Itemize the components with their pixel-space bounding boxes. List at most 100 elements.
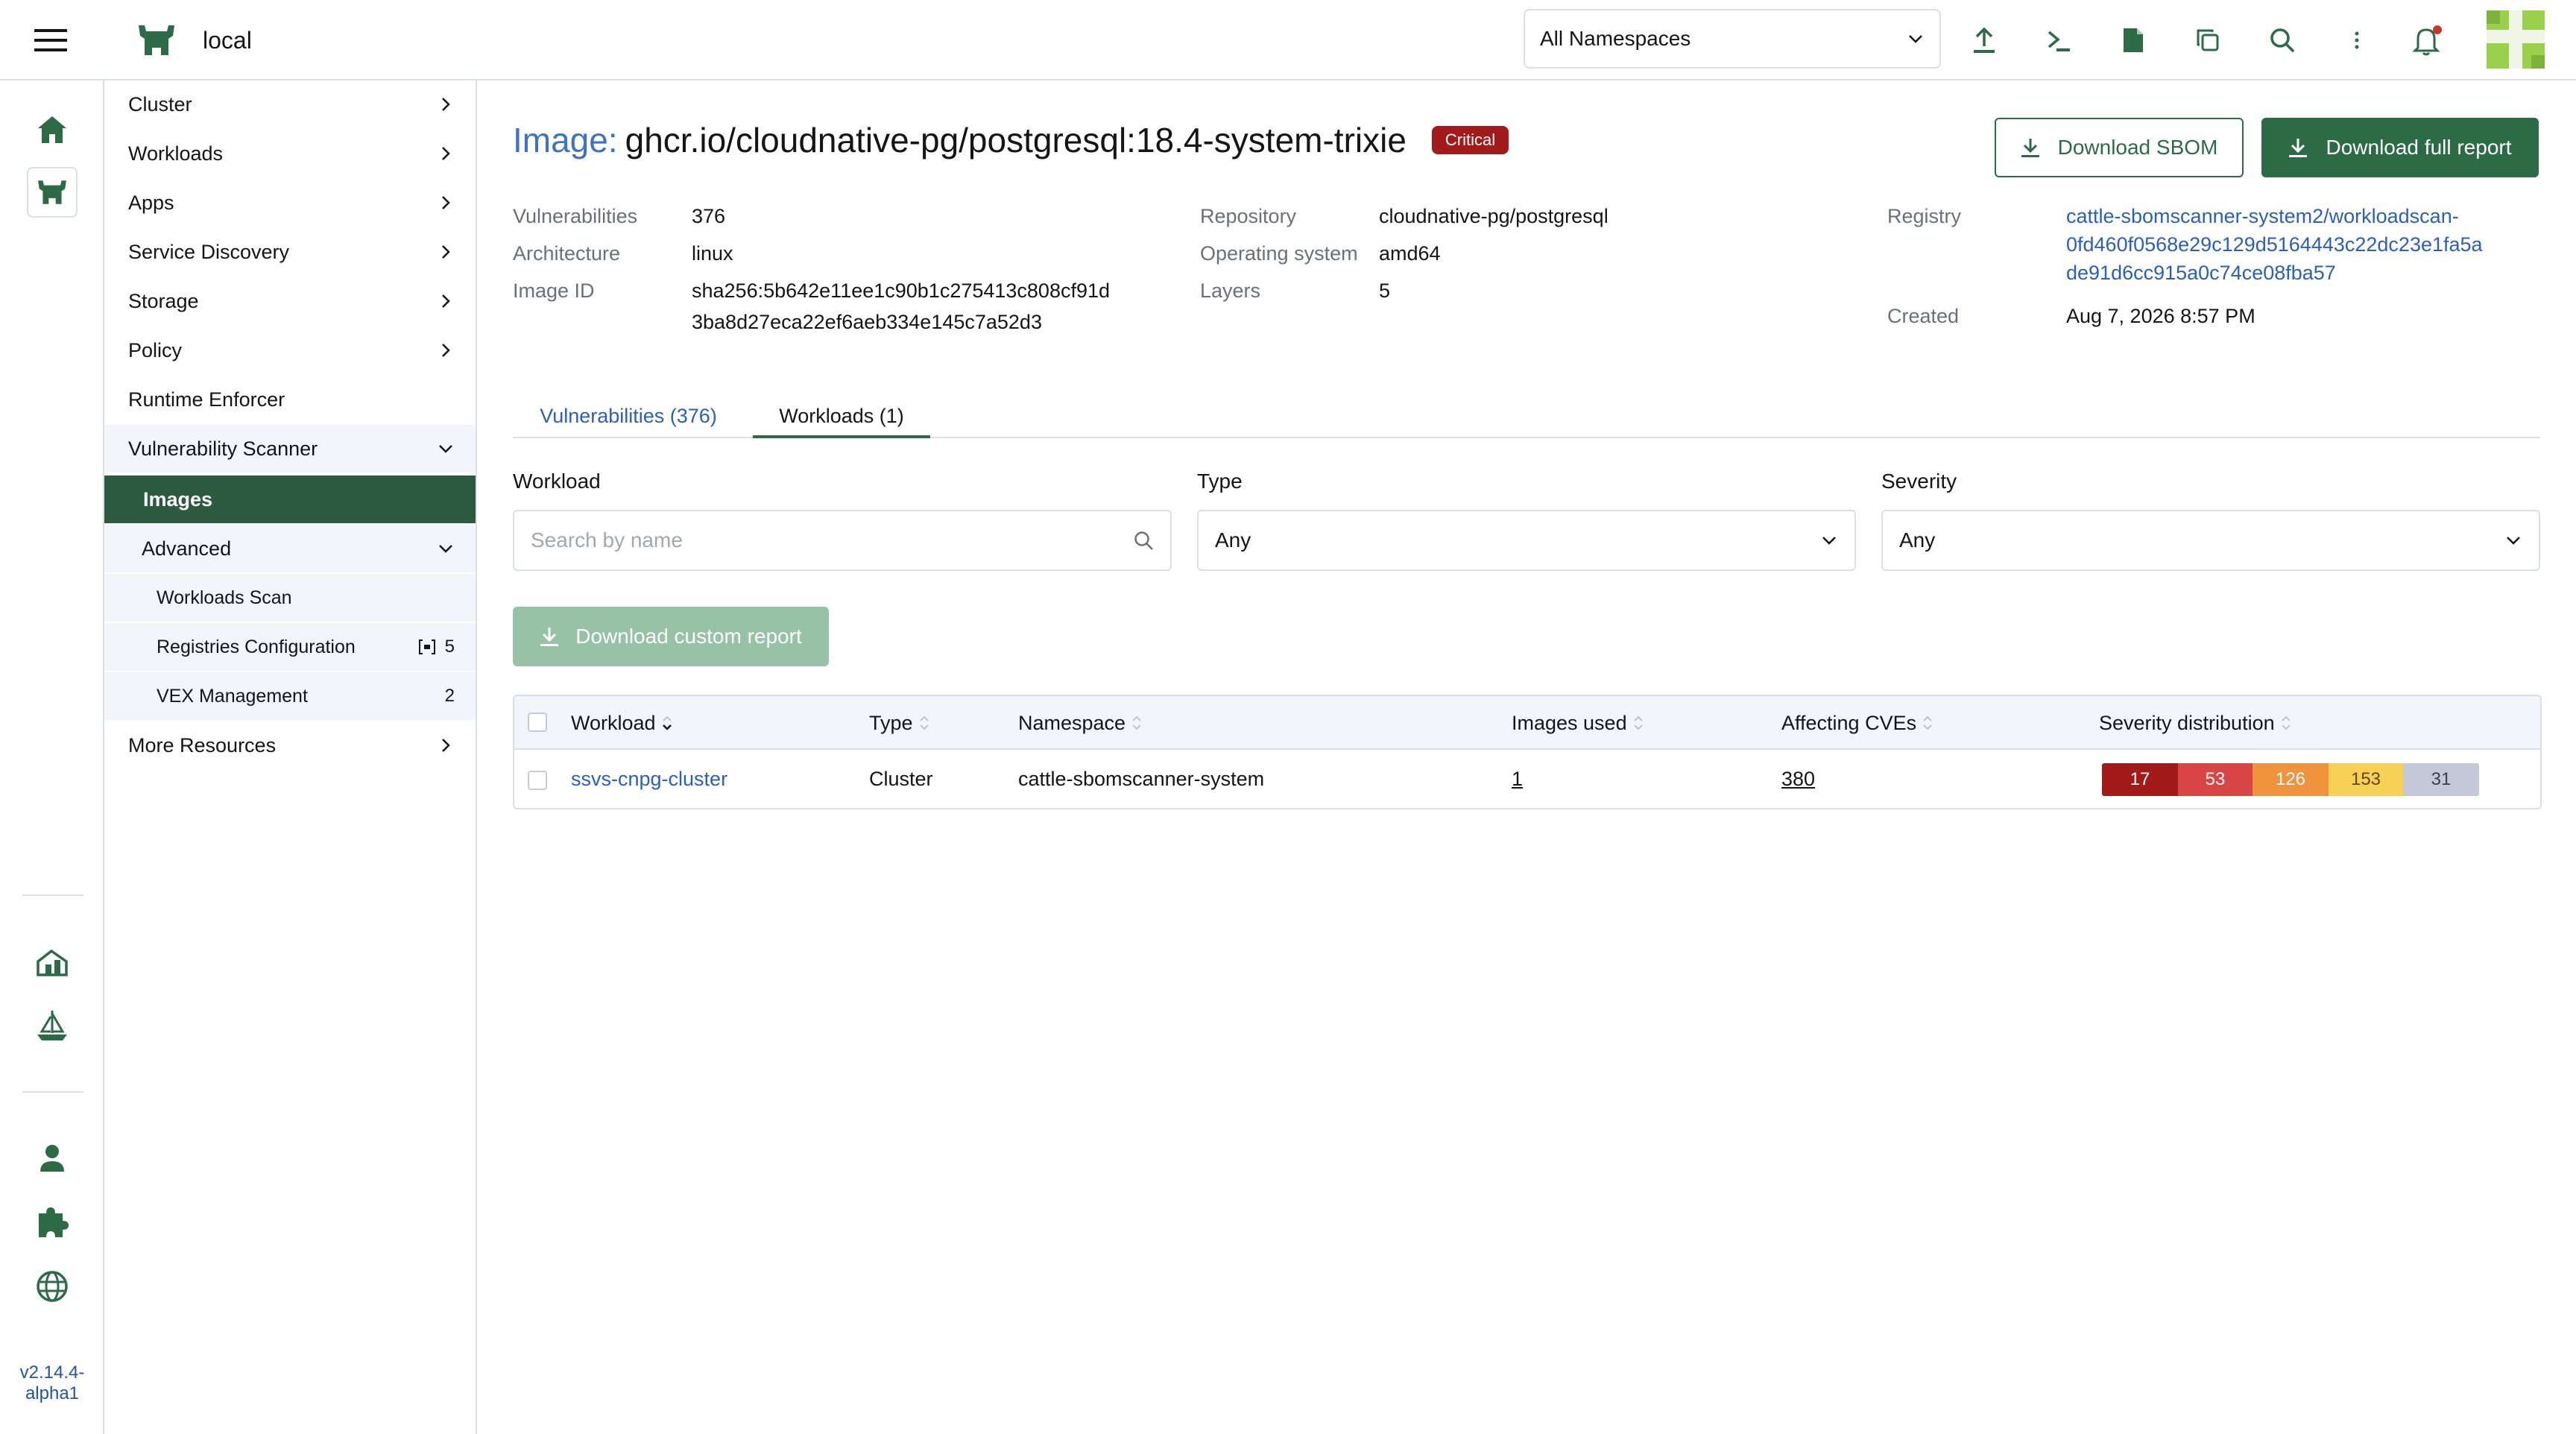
meta-created-value: Aug 7, 2026 8:57 PM (2066, 305, 2255, 327)
nav-item-apps[interactable]: Apps (104, 179, 476, 227)
fleet-icon[interactable] (27, 936, 78, 987)
nav-item-label: Workloads Scan (157, 587, 292, 608)
nav-item-label: Service Discovery (128, 240, 290, 263)
download-custom-report-label: Download custom report (575, 625, 802, 648)
globe-icon[interactable] (27, 1261, 78, 1312)
download-full-report-button[interactable]: Download full report (2261, 118, 2539, 177)
upload-icon[interactable] (1962, 18, 2007, 63)
workload-filter-label: Workload (513, 470, 601, 493)
nav-item-count: 5 (444, 637, 455, 657)
chevron-right-icon (442, 196, 450, 209)
column-header-namespace[interactable]: Namespace (1018, 696, 1143, 750)
nav-item-label: VEX Management (157, 685, 308, 707)
row-checkbox[interactable] (528, 771, 547, 790)
workloads-table: Workload Type Namespace Images used Affe… (513, 695, 2542, 809)
chevron-right-icon (442, 245, 450, 259)
sailboat-icon[interactable] (27, 1000, 78, 1051)
workload-search-placeholder: Search by name (531, 528, 683, 552)
extensions-puzzle-icon[interactable] (27, 1197, 78, 1248)
column-header-type[interactable]: Type (869, 696, 931, 750)
download-sbom-label: Download SBOM (2057, 136, 2218, 159)
severity-badge: Critical (1431, 126, 1509, 154)
images-used-link[interactable]: 1 (1512, 750, 1523, 808)
tab-workloads[interactable]: Workloads (1) (753, 394, 930, 438)
nav-item-label: Storage (128, 289, 199, 312)
chevron-right-icon (442, 739, 450, 752)
nav-item-images[interactable]: Images (104, 476, 476, 523)
nav-item-label: Runtime Enforcer (128, 388, 285, 411)
terminal-icon[interactable] (2036, 18, 2081, 63)
workload-namespace: cattle-sbomscanner-system (1018, 767, 1265, 790)
search-icon[interactable] (2260, 18, 2305, 63)
nav-item-label: Vulnerability Scanner (128, 437, 318, 460)
sort-icon (2281, 716, 2291, 730)
meta-created-label: Created (1887, 305, 1960, 327)
chevron-down-icon (2507, 537, 2520, 545)
registry-link[interactable]: cattle-sbomscanner-system2/workloadscan- (2066, 203, 2459, 230)
download-sbom-button[interactable]: Download SBOM (1995, 118, 2244, 177)
image-name: ghcr.io/cloudnative-pg/postgresql:18.4-s… (625, 121, 1407, 159)
namespace-select-value: All Namespaces (1540, 27, 1691, 50)
download-full-report-label: Download full report (2326, 136, 2512, 159)
more-vertical-icon[interactable] (2334, 18, 2379, 63)
nav-item-label: Images (143, 487, 213, 511)
severity-medium-count: 126 (2253, 763, 2329, 796)
sort-icon (1633, 716, 1643, 730)
nav-item-more-resources[interactable]: More Resources (104, 721, 476, 769)
cluster-nav-icon[interactable] (27, 167, 78, 218)
nav-item-storage[interactable]: Storage (104, 277, 476, 325)
affecting-cves-link[interactable]: 380 (1781, 750, 1815, 808)
column-header-workload[interactable]: Workload (571, 696, 674, 750)
nav-item-advanced[interactable]: Advanced (104, 525, 476, 572)
nav-item-service-discovery[interactable]: Service Discovery (104, 228, 476, 276)
user-icon[interactable] (27, 1133, 78, 1184)
chevron-down-icon (439, 545, 452, 553)
column-header-affecting-cves[interactable]: Affecting CVEs (1781, 696, 1934, 750)
download-custom-report-button[interactable]: Download custom report (513, 607, 829, 666)
nav-item-policy[interactable]: Policy (104, 326, 476, 374)
nav-item-label: Workloads (128, 142, 224, 165)
page-title: Image: ghcr.io/cloudnative-pg/postgresql… (513, 116, 1509, 164)
registry-link[interactable]: 0fd460f0568e29c129d5164443c22dc23e1fa5a (2066, 231, 2483, 258)
top-bar: local All Namespaces (0, 0, 2576, 80)
registry-link[interactable]: de91d6cc915a0c74ce08fba57 (2066, 259, 2336, 286)
nav-item-workloads[interactable]: Workloads (104, 130, 476, 177)
severity-high-count: 53 (2178, 763, 2253, 796)
workload-search-input[interactable]: Search by name (513, 510, 1172, 571)
nav-item-vulnerability-scanner[interactable]: Vulnerability Scanner (104, 425, 476, 473)
chevron-right-icon (442, 147, 450, 160)
tab-vulnerabilities[interactable]: Vulnerabilities (376) (513, 394, 744, 438)
column-header-severity-distribution[interactable]: Severity distribution (2099, 696, 2293, 750)
meta-repository-label: Repository (1200, 205, 1297, 227)
severity-filter-label: Severity (1881, 470, 1957, 493)
nav-item-label: More Resources (128, 733, 277, 757)
nav-item-cluster[interactable]: Cluster (104, 80, 476, 128)
severity-filter-select[interactable]: Any (1881, 510, 2540, 571)
type-filter-select[interactable]: Any (1197, 510, 1856, 571)
sort-icon (919, 716, 929, 730)
column-header-images-used[interactable]: Images used (1512, 696, 1645, 750)
notifications-bell-icon[interactable] (2405, 18, 2449, 63)
home-icon[interactable] (27, 104, 78, 155)
nav-item-registries-configuration[interactable]: Registries Configuration 5 (104, 623, 476, 671)
nav-item-count: 2 (444, 686, 455, 706)
meta-vulnerabilities-label: Vulnerabilities (513, 205, 638, 227)
file-icon[interactable] (2111, 18, 2156, 63)
meta-image-id-line1: sha256:5b642e11ee1c90b1c275413c808cf91d (692, 279, 1111, 302)
namespace-select[interactable]: All Namespaces (1524, 9, 1941, 69)
workload-link[interactable]: ssvs-cnpg-cluster (571, 750, 727, 808)
left-rail: v2.14.4-alpha1 (0, 80, 104, 1434)
select-all-checkbox[interactable] (528, 713, 547, 732)
user-avatar[interactable] (2487, 10, 2545, 69)
nav-item-label: Policy (128, 338, 183, 361)
copy-icon[interactable] (2185, 18, 2230, 63)
download-icon (2289, 139, 2308, 157)
table-header: Workload Type Namespace Images used Affe… (514, 696, 2540, 750)
nav-item-workloads-scan[interactable]: Workloads Scan (104, 574, 476, 622)
cluster-logo-icon (134, 18, 179, 63)
nav-item-vex-management[interactable]: VEX Management 2 (104, 672, 476, 720)
nav-item-runtime-enforcer[interactable]: Runtime Enforcer (104, 376, 476, 423)
chevron-down-icon (1909, 35, 1922, 43)
chevron-right-icon (442, 294, 450, 308)
hamburger-menu-icon[interactable] (28, 18, 73, 63)
